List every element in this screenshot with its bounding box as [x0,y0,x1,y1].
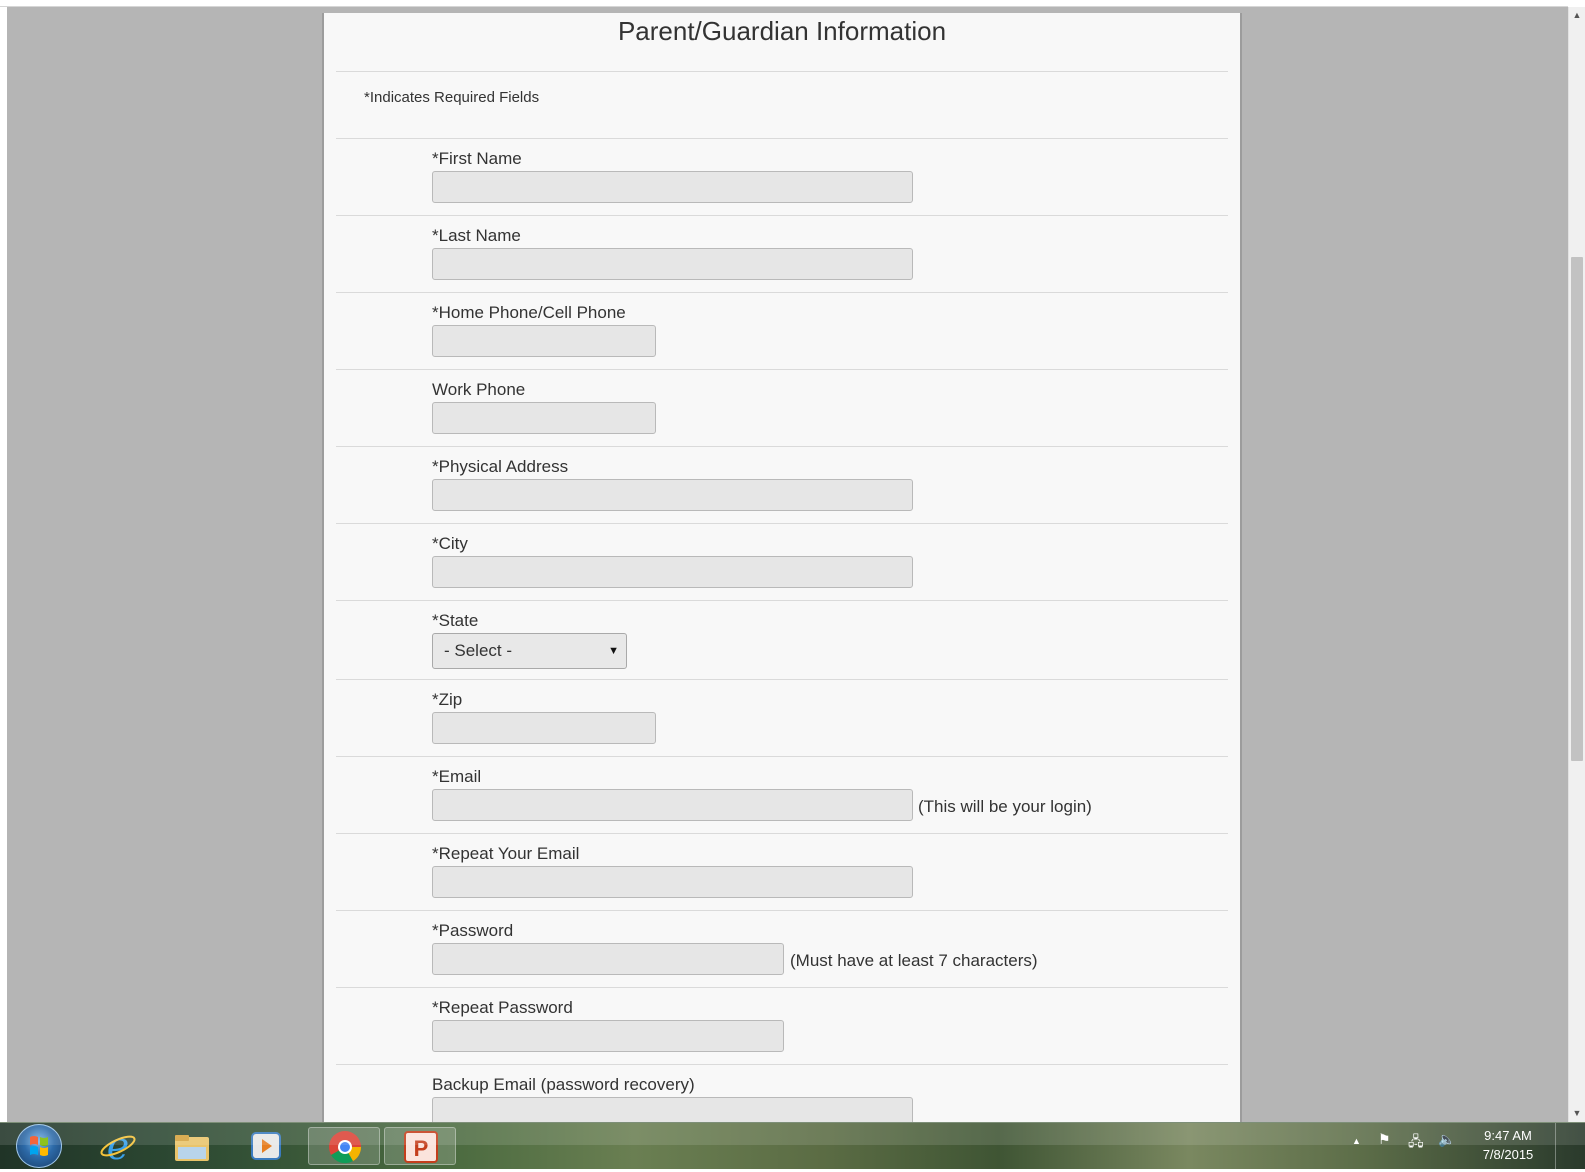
file-explorer-icon[interactable] [162,1127,222,1165]
city-label: *City [432,534,468,553]
address-input[interactable] [432,479,913,511]
first-name-label: *First Name [432,149,522,168]
scroll-up-arrow-icon[interactable]: ▲ [1569,7,1585,24]
system-tray: ▲ ⚑ 🖧 🔈 [1350,1131,1460,1161]
windows-logo-icon [30,1136,48,1156]
divider [336,987,1228,988]
divider [336,292,1228,293]
volume-icon[interactable]: 🔈 [1438,1131,1455,1148]
divider [336,71,1228,72]
vertical-scrollbar[interactable]: ▲ ▼ [1568,7,1585,1122]
start-button[interactable] [16,1124,62,1168]
dropdown-arrow-icon: ▼ [608,645,619,657]
city-input[interactable] [432,556,913,588]
chrome-icon[interactable] [308,1127,380,1165]
divider [336,756,1228,757]
state-label: *State [432,611,479,630]
divider [336,215,1228,216]
page-title: Parent/Guardian Information [617,16,947,46]
password-label: *Password [432,921,514,940]
repeat-password-label: *Repeat Password [432,998,573,1017]
password-input[interactable] [432,943,784,975]
email-hint: (This will be your login) [918,797,1092,816]
last-name-input[interactable] [432,248,913,280]
zip-input[interactable] [432,712,656,744]
svg-text:P: P [414,1136,429,1161]
powerpoint-icon[interactable]: P [384,1127,456,1165]
divider [336,446,1228,447]
network-icon[interactable]: 🖧 [1408,1131,1424,1155]
zip-label: *Zip [432,690,463,709]
email-label: *Email [432,767,482,786]
internet-explorer-icon[interactable]: e [88,1124,148,1168]
password-hint: (Must have at least 7 characters) [790,951,1038,970]
repeat-email-label: *Repeat Your Email [432,844,580,863]
required-fields-note: *Indicates Required Fields [364,89,540,106]
last-name-label: *Last Name [432,226,521,245]
divider [336,138,1228,139]
clock-time: 9:47 AM [1484,1128,1532,1143]
media-player-icon[interactable] [236,1127,296,1165]
state-select-value: - Select - [444,641,513,660]
repeat-password-input[interactable] [432,1020,784,1052]
scroll-thumb[interactable] [1571,257,1583,761]
work-phone-input[interactable] [432,402,656,434]
backup-email-label: Backup Email (password recovery) [432,1075,695,1094]
show-hidden-icons-icon[interactable]: ▲ [1352,1136,1361,1146]
system-clock[interactable]: 9:47 AM 7/8/2015 [1468,1126,1548,1166]
svg-text:e: e [107,1127,130,1165]
divider [336,1064,1228,1065]
taskbar: e P ▲ ⚑ 🖧 🔈 9:47 AM 7/8/2015 [0,1122,1585,1169]
state-select[interactable]: - Select - ▼ [432,633,627,669]
show-desktop-button[interactable] [1555,1123,1585,1169]
divider [336,523,1228,524]
home-phone-input[interactable] [432,325,656,357]
scroll-down-arrow-icon[interactable]: ▼ [1569,1105,1585,1122]
divider [336,600,1228,601]
divider [336,369,1228,370]
clock-date: 7/8/2015 [1482,1147,1534,1162]
backup-email-input[interactable] [432,1097,913,1122]
form-page: Parent/Guardian Information *Indicates R… [322,13,1242,1122]
email-input[interactable] [432,789,913,821]
divider [336,910,1228,911]
browser-viewport: Parent/Guardian Information *Indicates R… [7,7,1568,1122]
repeat-email-input[interactable] [432,866,913,898]
divider [336,833,1228,834]
home-phone-label: *Home Phone/Cell Phone [432,303,626,322]
work-phone-label: Work Phone [432,380,526,399]
action-center-flag-icon[interactable]: ⚑ [1378,1131,1391,1148]
address-label: *Physical Address [432,457,569,476]
first-name-input[interactable] [432,171,913,203]
divider [336,679,1228,680]
